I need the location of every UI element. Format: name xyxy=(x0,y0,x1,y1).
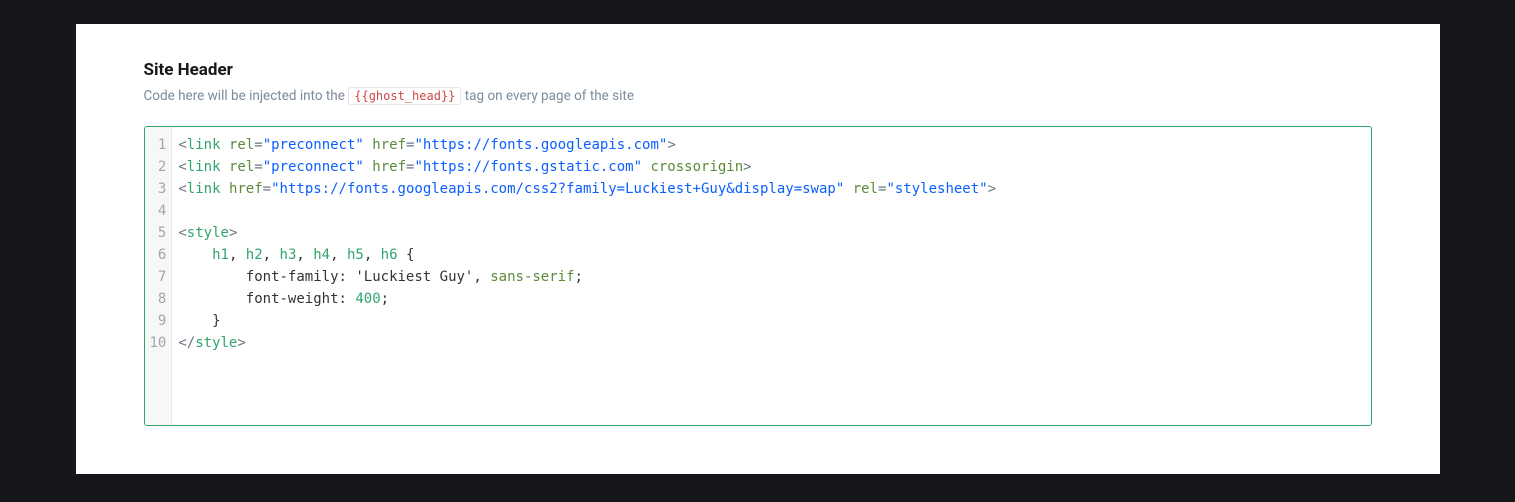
code-area[interactable]: <link rel="preconnect" href="https://fon… xyxy=(172,127,1370,425)
code-line: <style> xyxy=(178,222,1364,244)
section-title: Site Header xyxy=(144,60,1372,80)
line-number: 8 xyxy=(150,288,167,310)
line-number-gutter: 12345678910 xyxy=(145,127,173,425)
code-line: <link rel="preconnect" href="https://fon… xyxy=(178,134,1364,156)
line-number: 2 xyxy=(150,156,167,178)
line-number: 1 xyxy=(150,134,167,156)
line-number: 7 xyxy=(150,266,167,288)
line-number: 9 xyxy=(150,310,167,332)
code-line: } xyxy=(178,310,1364,332)
desc-text-before: Code here will be injected into the xyxy=(144,88,349,104)
line-number: 3 xyxy=(150,178,167,200)
desc-text-after: tag on every page of the site xyxy=(461,88,634,104)
code-line: </style> xyxy=(178,332,1364,354)
line-number: 5 xyxy=(150,222,167,244)
code-editor[interactable]: 12345678910 <link rel="preconnect" href=… xyxy=(144,126,1372,426)
line-number: 10 xyxy=(150,332,167,354)
code-line xyxy=(178,200,1364,222)
code-line: font-family: 'Luckiest Guy', sans-serif; xyxy=(178,266,1364,288)
code-line: <link href="https://fonts.googleapis.com… xyxy=(178,178,1364,200)
line-number: 4 xyxy=(150,200,167,222)
code-line: font-weight: 400; xyxy=(178,288,1364,310)
settings-panel: Site Header Code here will be injected i… xyxy=(76,24,1440,474)
section-description: Code here will be injected into the {{gh… xyxy=(144,86,1372,106)
ghost-head-tag: {{ghost_head}} xyxy=(348,87,461,105)
code-line: <link rel="preconnect" href="https://fon… xyxy=(178,156,1364,178)
code-line: h1, h2, h3, h4, h5, h6 { xyxy=(178,244,1364,266)
line-number: 6 xyxy=(150,244,167,266)
